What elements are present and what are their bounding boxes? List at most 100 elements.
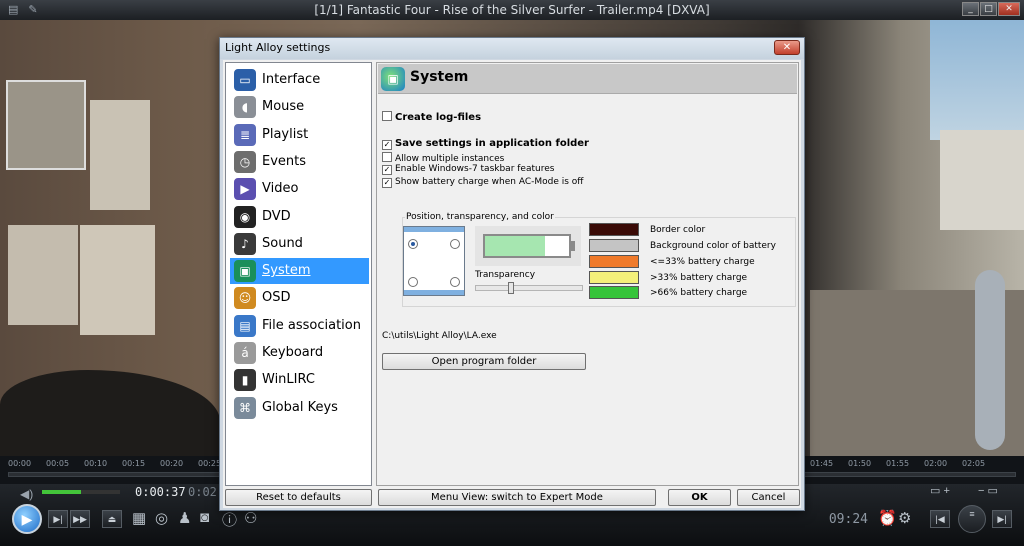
global-keys-icon: ⌘ (234, 396, 256, 419)
category-item-file-association[interactable]: ▤ File association (230, 313, 369, 339)
minimize-button[interactable]: _ (962, 2, 979, 16)
playlist-button[interactable]: ≡ (958, 505, 986, 533)
category-label: Keyboard (262, 345, 324, 360)
dialog-close-button[interactable]: ✕ (774, 40, 800, 55)
current-time[interactable]: 0:00:37 (135, 485, 186, 499)
maximize-button[interactable]: □ (980, 2, 997, 16)
position-bar-bottom (404, 290, 464, 295)
category-item-events[interactable]: ◷ Events (230, 149, 369, 175)
slider-thumb[interactable] (507, 282, 514, 294)
checkbox-box[interactable] (382, 111, 392, 121)
battery-charge-checkbox[interactable]: ✓ Show battery charge when AC-Mode is off (382, 177, 584, 188)
checkbox-box[interactable] (382, 152, 392, 162)
previous-button[interactable]: |◀ (930, 510, 950, 528)
battery-preview (475, 226, 581, 266)
category-label: Interface (262, 72, 321, 87)
category-item-osd[interactable]: ☺ OSD (230, 285, 369, 311)
category-item-winlirc[interactable]: ▮ WinLIRC (230, 367, 369, 393)
category-item-global-keys[interactable]: ⌘ Global Keys (230, 395, 369, 421)
pin-icon[interactable]: ✎ (28, 3, 37, 16)
category-item-interface[interactable]: ▭ Interface (230, 67, 369, 93)
save-settings-checkbox[interactable]: ✓ Save settings in application folder (382, 138, 589, 150)
menu-icon[interactable]: ▤ (8, 3, 18, 16)
create-log-files-checkbox[interactable]: Create log-files (382, 111, 481, 123)
video-scene-paper (80, 225, 155, 335)
video-icon: ▶ (234, 178, 256, 201)
next-button[interactable]: ▶| (992, 510, 1012, 528)
category-label: Video (262, 181, 299, 197)
low-charge-color-swatch[interactable] (589, 255, 639, 268)
checkbox-label: Allow multiple instances (395, 154, 505, 164)
timeline-mark: 02:00 (924, 459, 948, 468)
gear-icon[interactable]: ⚙ (898, 509, 911, 527)
background-color-swatch[interactable] (589, 239, 639, 252)
position-bottom-right-radio[interactable] (450, 277, 460, 287)
checkbox-label: Show battery charge when AC-Mode is off (395, 177, 584, 187)
checkbox-label: Create log-files (395, 112, 482, 123)
system-settings-panel: ▣ System Create log-files ✓ Save settings… (376, 62, 799, 486)
allow-multiple-instances-checkbox[interactable]: Allow multiple instances (382, 152, 504, 164)
timeline-mark: 00:15 (122, 459, 146, 468)
info-icon[interactable]: ⓘ (222, 509, 237, 530)
color-label: >66% battery charge (650, 288, 748, 298)
alarm-icon[interactable]: ⏰ (878, 509, 897, 527)
category-item-video[interactable]: ▶ Video (230, 176, 369, 202)
dvd-icon: ◉ (234, 205, 256, 228)
position-top-left-radio[interactable] (408, 239, 418, 249)
battery-display-group: Position, transparency, and color Transp… (402, 212, 796, 307)
position-bottom-left-radio[interactable] (408, 277, 418, 287)
category-item-sound[interactable]: ♪ Sound (230, 231, 369, 257)
reset-to-defaults-button[interactable]: Reset to defaults (225, 489, 372, 506)
category-item-playlist[interactable]: ≣ Playlist (230, 122, 369, 148)
screen-minus-icon[interactable]: − ▭ (978, 484, 998, 497)
settings-dialog: Light Alloy settings ✕ ▭ Interface ◖ Mouse ≣… (219, 37, 805, 511)
remaining-time[interactable]: 0:02 (188, 485, 217, 499)
category-item-keyboard[interactable]: á Keyboard (230, 340, 369, 366)
play-button[interactable]: ▶ (12, 504, 42, 534)
category-item-mouse[interactable]: ◖ Mouse (230, 94, 369, 120)
volume-slider[interactable] (42, 490, 120, 494)
open-program-folder-button[interactable]: Open program folder (382, 353, 586, 370)
player-title-bar: ▤ ✎ [1/1] Fantastic Four - Rise of the Si… (0, 0, 1024, 20)
fast-forward-button[interactable]: ▶▶ (70, 510, 90, 528)
timeline-mark: 00:00 (8, 459, 32, 468)
keyboard-key-icon: á (234, 342, 256, 364)
transparency-slider[interactable] (475, 282, 583, 294)
category-item-dvd[interactable]: ◉ DVD (230, 204, 369, 230)
border-color-swatch[interactable] (589, 223, 639, 236)
player-title: [1/1] Fantastic Four - Rise of the Silve… (314, 3, 710, 17)
remote-icon: ▮ (234, 369, 256, 392)
speaker-icon[interactable]: ◀) (20, 487, 33, 501)
eject-button[interactable]: ⏏ (102, 510, 122, 528)
film-icon[interactable]: ▦ (132, 509, 146, 527)
windows7-taskbar-checkbox[interactable]: ✓ Enable Windows-7 taskbar features (382, 164, 554, 175)
checkbox-box[interactable]: ✓ (382, 140, 392, 150)
position-top-right-radio[interactable] (450, 239, 460, 249)
category-item-system[interactable]: ▣ System (230, 258, 369, 285)
category-label: OSD (262, 290, 291, 306)
screen-plus-icon[interactable]: ▭ + (930, 484, 950, 497)
clock: 09:24 (828, 512, 868, 527)
category-label: Global Keys (262, 399, 338, 415)
mid-charge-color-swatch[interactable] (589, 271, 639, 284)
cancel-button[interactable]: Cancel (737, 489, 800, 506)
high-charge-color-swatch[interactable] (589, 286, 639, 299)
timeline-mark: 00:20 (160, 459, 184, 468)
ok-button[interactable]: OK (668, 489, 731, 506)
camera-icon[interactable]: ◙ (200, 509, 209, 526)
checkbox-box[interactable]: ✓ (382, 178, 392, 188)
system-icon: ▣ (234, 260, 256, 283)
menu-view-switch-button[interactable]: Menu View: switch to Expert Mode (378, 489, 656, 506)
playlist-icon: ≣ (234, 123, 256, 146)
timeline-mark: 00:05 (46, 459, 70, 468)
network-icon[interactable]: ⚇ (244, 509, 257, 527)
close-window-button[interactable]: ✕ (998, 2, 1020, 16)
group-title: Position, transparency, and color (405, 212, 555, 222)
checkbox-box[interactable]: ✓ (382, 165, 392, 175)
user-icon[interactable]: ♟ (178, 509, 191, 527)
timeline-mark: 01:50 (848, 459, 872, 468)
category-label: Mouse (262, 99, 305, 115)
disc-icon[interactable]: ◎ (155, 509, 168, 527)
timeline-mark: 01:55 (886, 459, 910, 468)
step-forward-button[interactable]: ▶| (48, 510, 68, 528)
